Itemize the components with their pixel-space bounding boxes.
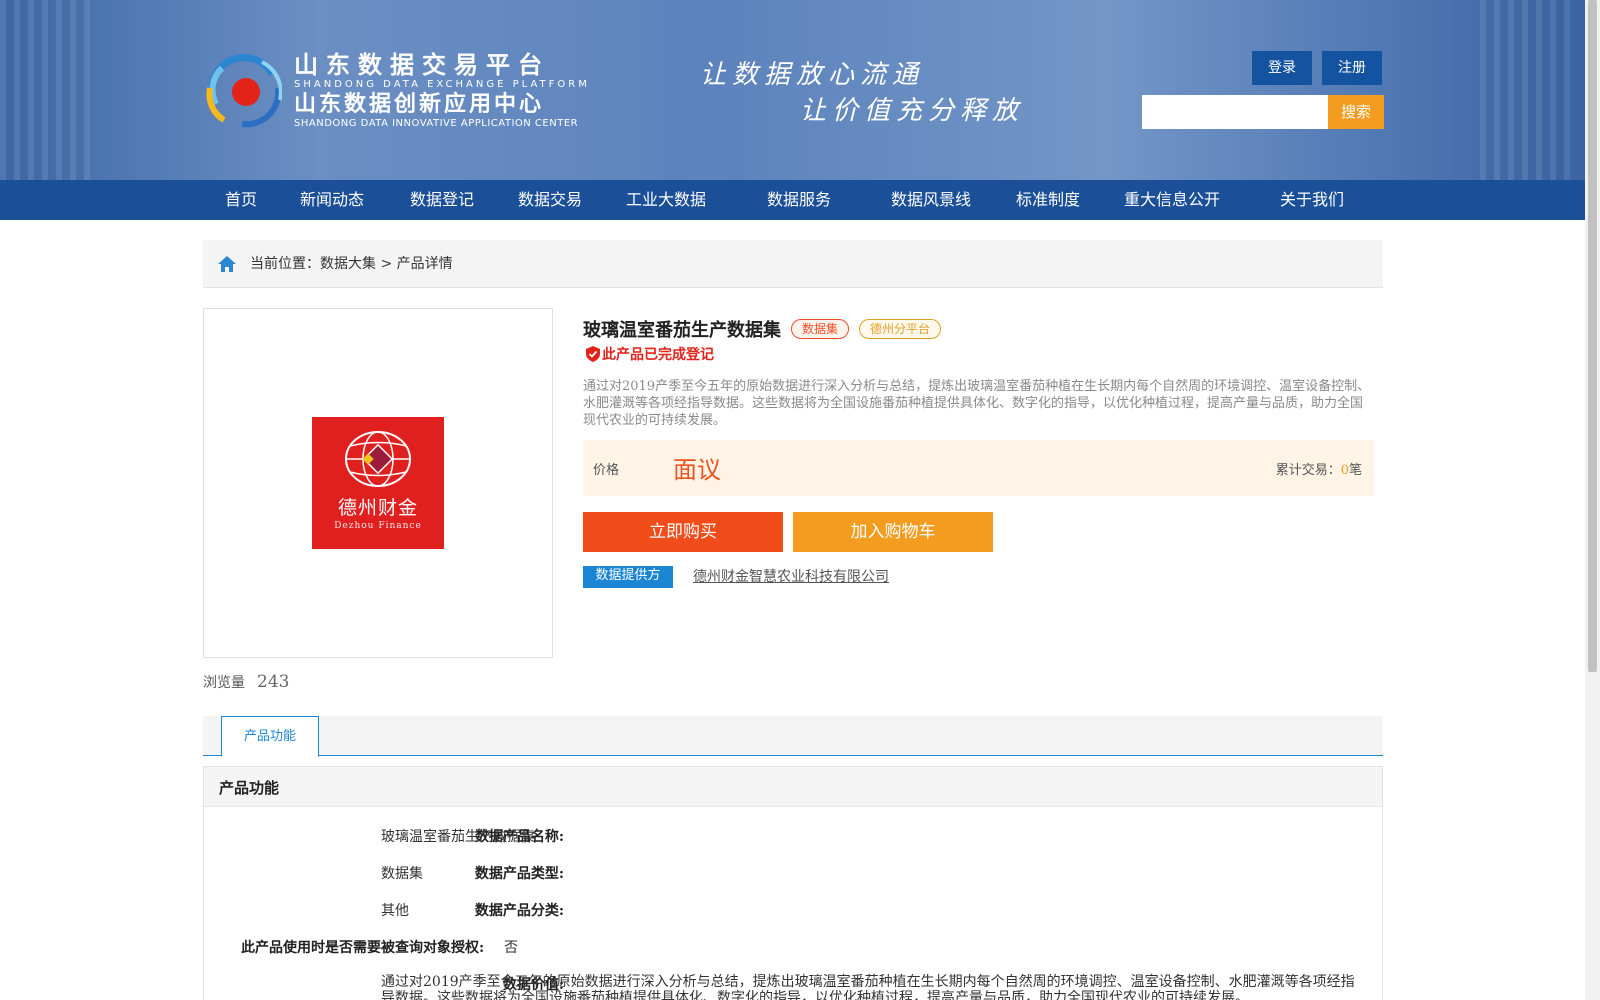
scrollbar-thumb[interactable]	[1588, 0, 1597, 672]
login-button[interactable]: 登录	[1252, 51, 1312, 85]
slogan-line-2: 让价值充分释放	[800, 96, 1025, 126]
shield-check-icon	[586, 346, 600, 362]
page: 山东数据交易平台 SHANDONG DATA EXCHANGE PLATFORM…	[0, 0, 1600, 1000]
price-value: 面议	[673, 456, 721, 484]
detail-value-type: 数据集	[381, 866, 423, 882]
add-to-cart-button[interactable]: 加入购物车	[793, 512, 993, 552]
nav-item-standards[interactable]: 标准制度	[1016, 180, 1080, 220]
views-label: 浏览量	[203, 675, 245, 691]
nav-item-disclosure[interactable]: 重大信息公开	[1124, 180, 1220, 220]
trade-suffix: 笔	[1348, 463, 1362, 478]
buy-now-button[interactable]: 立即购买	[583, 512, 783, 552]
price-panel: 价格 面议 累计交易：0笔	[583, 440, 1374, 496]
provider-logo-text-en: Dezhou Finance	[334, 521, 422, 531]
nav-item-news[interactable]: 新闻动态	[300, 180, 364, 220]
provider-label: 数据提供方	[583, 566, 673, 588]
center-name-cn: 山东数据创新应用中心	[294, 92, 545, 117]
provider-logo: 德州财金 Dezhou Finance	[312, 417, 444, 549]
nav-item-data-landscape[interactable]: 数据风景线	[891, 180, 971, 220]
detail-label-category: 数据产品分类:	[474, 903, 564, 919]
breadcrumb-current: 产品详情	[396, 256, 453, 272]
registration-text: 此产品已完成登记	[602, 347, 714, 363]
globe-icon	[345, 431, 411, 487]
provider-logo-text-cn: 德州财金	[337, 497, 418, 519]
detail-heading-bar: 产品功能	[204, 767, 1382, 807]
detail-label-authorization: 此产品使用时是否需要被查询对象授权:	[241, 940, 485, 956]
breadcrumb-separator: >	[376, 256, 397, 272]
breadcrumb-link-dataset[interactable]: 数据大集	[320, 256, 376, 272]
product-type-badge: 数据集	[791, 319, 849, 339]
center-name-en: SHANDONG DATA INNOVATIVE APPLICATION CEN…	[294, 118, 579, 129]
register-button[interactable]: 注册	[1322, 51, 1382, 85]
product-image-box: 德州财金 Dezhou Finance	[203, 308, 553, 658]
detail-label-type: 数据产品类型:	[474, 866, 564, 882]
detail-value-name: 玻璃温室番茄生产数据集	[381, 829, 535, 845]
trade-prefix: 累计交易：	[1275, 463, 1341, 478]
nav-item-industrial-big-data[interactable]: 工业大数据	[626, 180, 706, 220]
detail-heading: 产品功能	[219, 779, 280, 797]
detail-value-category: 其他	[381, 903, 409, 919]
tab-product-function[interactable]: 产品功能	[221, 716, 319, 757]
product-title: 玻璃温室番茄生产数据集	[583, 320, 781, 341]
search-button[interactable]: 搜索	[1328, 95, 1384, 129]
platform-brand: 山东数据交易平台 SHANDONG DATA EXCHANGE PLATFORM…	[294, 52, 590, 130]
nav-item-home[interactable]: 首页	[225, 180, 257, 220]
product-description: 通过对2019产季至今五年的原始数据进行深入分析与总结，提炼出玻璃温室番茄种植在…	[583, 379, 1371, 428]
nav-item-data-services[interactable]: 数据服务	[767, 180, 831, 220]
breadcrumb: 当前位置：数据大集 > 产品详情	[203, 240, 1383, 288]
breadcrumb-path: 当前位置：数据大集 > 产品详情	[250, 254, 453, 274]
nav-item-data-registration[interactable]: 数据登记	[410, 180, 474, 220]
views-count: 浏览量 243	[203, 672, 289, 692]
search-input[interactable]	[1142, 95, 1328, 129]
brand-name-cn: 山东数据交易平台	[294, 51, 550, 79]
main-nav: 首页 新闻动态 数据登记 数据交易 工业大数据 数据服务 数据风景线 标准制度 …	[0, 180, 1585, 220]
header-decoration	[0, 0, 90, 180]
platform-badge: 德州分平台	[859, 319, 941, 339]
breadcrumb-prefix: 当前位置：	[250, 256, 320, 272]
provider-link[interactable]: 德州财金智慧农业科技有限公司	[693, 566, 889, 586]
home-icon	[218, 256, 236, 272]
brand-name-en: SHANDONG DATA EXCHANGE PLATFORM	[294, 79, 590, 90]
detail-value-authorization: 否	[504, 940, 518, 956]
nav-item-data-trading[interactable]: 数据交易	[518, 180, 582, 220]
price-label: 价格	[593, 463, 620, 478]
registration-status: 此产品已完成登记	[586, 344, 714, 364]
tab-bar: 产品功能	[203, 716, 1383, 757]
platform-logo-icon	[206, 54, 282, 128]
product-detail-panel: 产品功能 数据产品名称: 玻璃温室番茄生产数据集 数据产品类型: 数据集 数据产…	[203, 766, 1383, 1000]
views-number: 243	[257, 672, 290, 692]
site-header: 山东数据交易平台 SHANDONG DATA EXCHANGE PLATFORM…	[0, 0, 1585, 180]
trade-number: 0	[1340, 463, 1349, 478]
slogan-line-1: 让数据放心流通	[700, 60, 925, 90]
header-decoration	[1480, 0, 1570, 180]
detail-value-value: 通过对2019产季至今五年的原始数据进行深入分析与总结，提炼出玻璃温室番茄种植在…	[381, 974, 1355, 1000]
nav-item-about-us[interactable]: 关于我们	[1280, 180, 1344, 220]
trade-count: 累计交易：0笔	[1276, 459, 1362, 478]
